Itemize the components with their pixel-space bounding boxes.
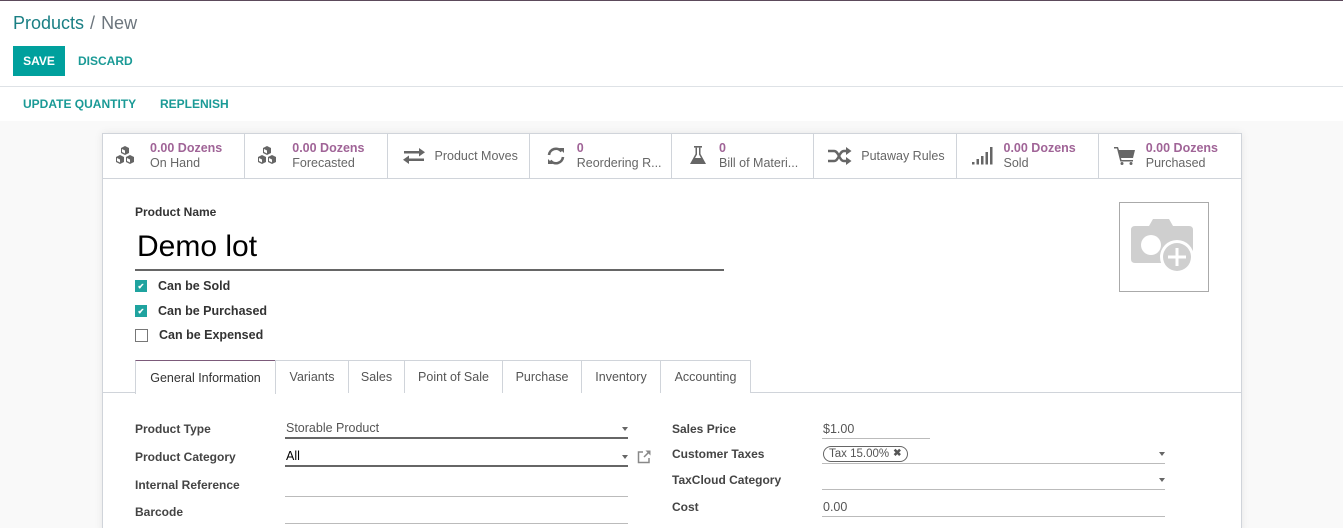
cost-label: Cost (672, 500, 699, 514)
can-be-purchased-checkbox[interactable]: ✔ (135, 305, 147, 317)
reordering-value: 0 (576, 141, 584, 155)
breadcrumb-products-link[interactable]: Products (13, 13, 84, 33)
cost-input[interactable]: 0.00 (822, 497, 1165, 517)
barcode-label: Barcode (135, 505, 184, 519)
can-be-expensed-checkbox[interactable] (135, 328, 148, 342)
dropdown-caret-icon (622, 427, 628, 431)
customer-taxes-input[interactable]: Tax 15.00% ✖ (822, 444, 1165, 464)
smart-button-sold[interactable]: 0.00 Dozens Sold (957, 134, 1099, 178)
product-name-label: Product Name (135, 205, 217, 219)
tax-tag-label: Tax 15.00% (829, 447, 890, 460)
taxcloud-category-label: TaxCloud Category (672, 473, 782, 487)
tab-variants[interactable]: Variants (275, 360, 349, 393)
can-be-purchased-checkbox-row[interactable]: ✔ Can be Purchased (135, 302, 267, 320)
refresh-icon (542, 145, 570, 167)
taxcloud-category-select[interactable] (822, 470, 1165, 490)
product-category-value: All (286, 449, 300, 463)
purchased-label: Purchased (1145, 156, 1206, 170)
tab-sales[interactable]: Sales (348, 360, 405, 393)
tab-point-of-sale[interactable]: Point of Sale (404, 360, 503, 393)
breadcrumb-current: New (101, 13, 138, 33)
tab-inventory[interactable]: Inventory (581, 360, 661, 393)
random-icon (826, 145, 854, 167)
dropdown-caret-icon (622, 455, 628, 459)
smart-button-forecasted[interactable]: 0.00 Dozens Forecasted (245, 134, 388, 178)
bom-value: 0 (719, 141, 726, 155)
dropdown-caret-icon (1159, 452, 1165, 456)
barcode-input[interactable] (285, 504, 628, 524)
smart-button-on-hand[interactable]: 0.00 Dozens On Hand (103, 134, 246, 178)
smart-button-bill-of-materials[interactable]: 0 Bill of Materi... (672, 134, 815, 178)
cart-icon (1111, 145, 1139, 167)
forecasted-value: 0.00 Dozens (292, 141, 365, 155)
on-hand-value: 0.00 Dozens (150, 141, 223, 155)
product-type-select[interactable]: Storable Product (285, 419, 628, 439)
internal-reference-input[interactable] (285, 477, 628, 497)
product-category-label: Product Category (135, 450, 236, 464)
product-image-upload[interactable] (1119, 202, 1209, 292)
can-be-expensed-label: Can be Expensed (159, 328, 264, 342)
smart-button-product-moves[interactable]: Product Moves (388, 134, 530, 178)
can-be-expensed-checkbox-row[interactable]: Can be Expensed (135, 326, 263, 344)
smart-button-purchased[interactable]: 0.00 Dozens Purchased (1099, 134, 1241, 178)
camera-add-icon (1129, 215, 1199, 280)
remove-tag-icon[interactable]: ✖ (893, 448, 901, 459)
sales-price-value: $1.00 (823, 421, 855, 436)
forecasted-label: Forecasted (292, 156, 355, 170)
can-be-purchased-label: Can be Purchased (158, 304, 268, 318)
smart-button-putaway-rules[interactable]: Putaway Rules (814, 134, 957, 178)
purchased-value: 0.00 Dozens (1145, 141, 1219, 155)
cubes-icon (115, 145, 143, 167)
bom-label: Bill of Materi... (719, 156, 799, 170)
replenish-button[interactable]: REPLENISH (160, 87, 229, 121)
can-be-sold-checkbox-row[interactable]: ✔ Can be Sold (135, 277, 230, 295)
sales-price-label: Sales Price (672, 422, 737, 436)
can-be-sold-label: Can be Sold (158, 279, 231, 293)
form-statusbar: UPDATE QUANTITY REPLENISH (0, 86, 1343, 121)
form-sheet: 0.00 Dozens On Hand 0.00 Dozens Forecasted… (102, 133, 1242, 528)
notebook-tabs: General Information Variants Sales Point… (103, 360, 1241, 394)
on-hand-label: On Hand (150, 156, 201, 170)
reordering-label: Reordering R... (576, 156, 662, 170)
internal-reference-label: Internal Reference (135, 478, 240, 492)
sold-label: Sold (1003, 156, 1029, 170)
tax-tag: Tax 15.00% ✖ (823, 445, 908, 462)
putaway-rules-label: Putaway Rules (861, 149, 945, 163)
can-be-sold-checkbox[interactable]: ✔ (135, 280, 147, 292)
smart-button-box: 0.00 Dozens On Hand 0.00 Dozens Forecasted… (103, 134, 1241, 179)
breadcrumb-separator: / (90, 13, 96, 33)
signal-icon (969, 145, 997, 167)
sales-price-input[interactable]: $1.00 (822, 419, 930, 439)
exchange-icon (400, 145, 428, 167)
product-category-input[interactable]: All (285, 447, 628, 467)
product-type-value: Storable Product (286, 421, 380, 435)
external-link-icon[interactable] (637, 450, 651, 469)
cost-value: 0.00 (823, 499, 848, 514)
smart-button-reordering-rules[interactable]: 0 Reordering R... (530, 134, 672, 178)
product-name-input[interactable] (135, 225, 724, 271)
customer-taxes-label: Customer Taxes (672, 447, 765, 461)
tab-purchase[interactable]: Purchase (502, 360, 582, 393)
save-button[interactable]: SAVE (13, 46, 65, 76)
tab-general-information[interactable]: General Information (135, 360, 276, 394)
cubes-icon (257, 145, 285, 167)
tab-accounting[interactable]: Accounting (660, 360, 751, 393)
product-type-label: Product Type (135, 422, 211, 436)
discard-button[interactable]: DISCARD (70, 46, 141, 76)
update-quantity-button[interactable]: UPDATE QUANTITY (23, 87, 136, 121)
sold-value: 0.00 Dozens (1003, 141, 1076, 155)
breadcrumb: Products / New (13, 13, 137, 34)
product-moves-label: Product Moves (434, 149, 518, 163)
dropdown-caret-icon (1159, 478, 1165, 482)
flask-icon (684, 145, 712, 167)
